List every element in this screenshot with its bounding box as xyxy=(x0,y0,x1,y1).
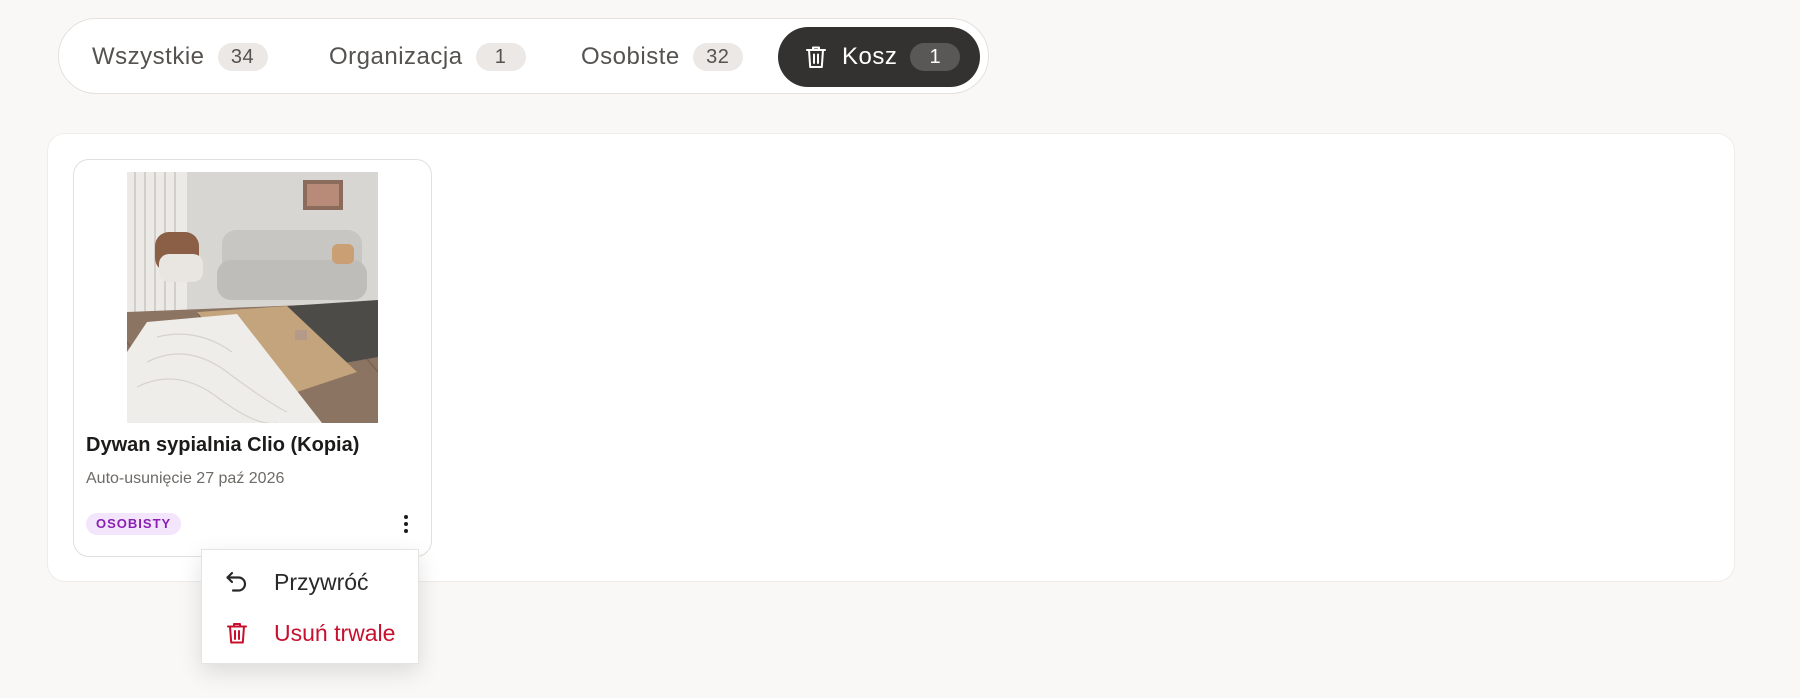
delete-label: Usuń trwale xyxy=(274,619,396,646)
more-options-icon[interactable] xyxy=(396,510,416,538)
owner-badge: OSOBISTY xyxy=(86,513,182,535)
item-context-menu: Przywróć Usuń trwale xyxy=(201,549,419,664)
trash-icon xyxy=(224,620,250,646)
item-card[interactable]: Dywan sypialnia Clio (Kopia) Auto-usunię… xyxy=(73,159,432,557)
restore-label: Przywróć xyxy=(274,568,369,595)
item-thumbnail xyxy=(127,172,378,423)
tab-count-badge: 32 xyxy=(692,43,743,71)
undo-icon xyxy=(224,569,250,595)
item-title: Dywan sypialnia Clio (Kopia) xyxy=(86,434,360,456)
tab-organization[interactable]: Organizacja 1 xyxy=(329,27,526,87)
tab-label: Organizacja xyxy=(329,43,463,70)
tab-count-badge: 1 xyxy=(910,43,961,71)
filter-tabs: Wszystkie 34 Organizacja 1 Osobiste 32 K… xyxy=(58,18,989,94)
delete-permanently-menu-item[interactable]: Usuń trwale xyxy=(202,609,418,657)
tab-count-badge: 1 xyxy=(475,43,526,71)
restore-menu-item[interactable]: Przywróć xyxy=(202,558,418,606)
tab-label: Wszystkie xyxy=(92,43,205,70)
trash-items-panel: Dywan sypialnia Clio (Kopia) Auto-usunię… xyxy=(47,133,1735,582)
tab-label: Kosz xyxy=(842,43,898,70)
tab-all[interactable]: Wszystkie 34 xyxy=(92,27,268,87)
tab-count-badge: 34 xyxy=(217,43,268,71)
auto-delete-date: Auto-usunięcie 27 paź 2026 xyxy=(86,470,285,487)
tab-label: Osobiste xyxy=(581,43,680,70)
tab-trash[interactable]: Kosz 1 xyxy=(778,27,980,87)
trash-icon xyxy=(804,44,828,70)
tab-personal[interactable]: Osobiste 32 xyxy=(581,27,743,87)
